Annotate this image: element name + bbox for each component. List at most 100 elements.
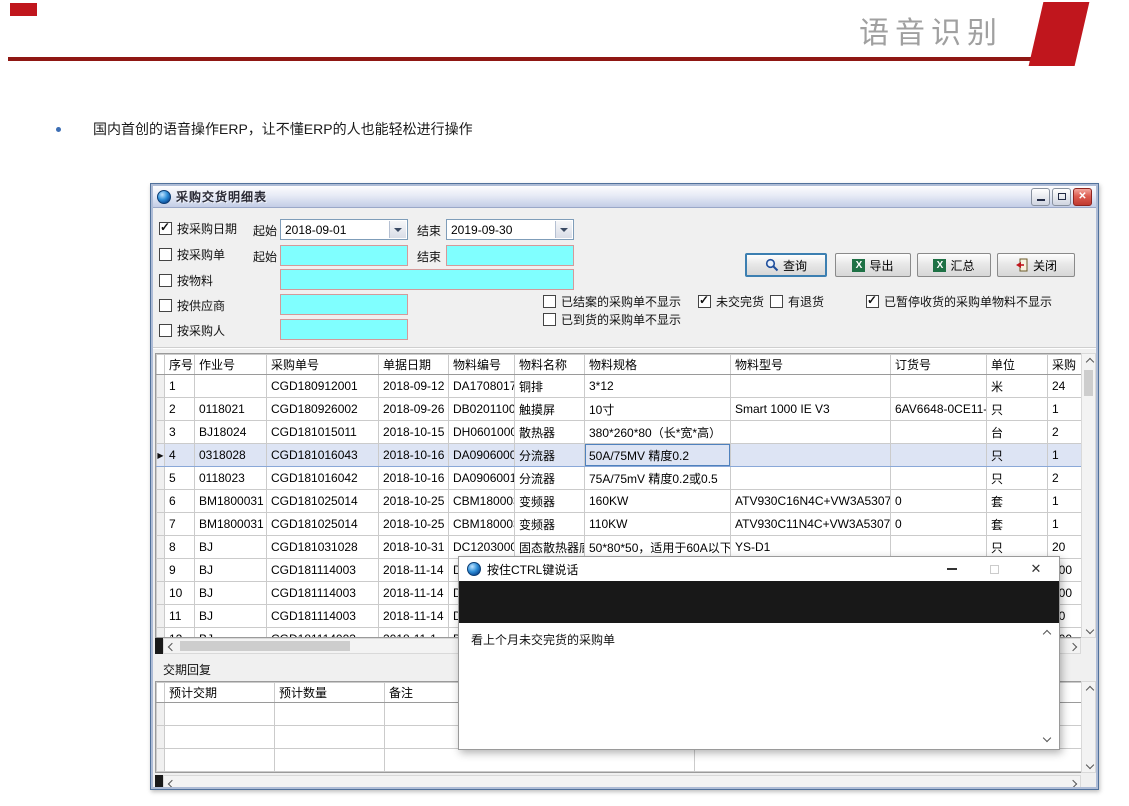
cell[interactable]: 7	[165, 513, 195, 536]
row-selector[interactable]	[157, 605, 165, 628]
table-row[interactable]: 20118021CGD1809260022018-09-26DB0201100触…	[157, 398, 1084, 421]
cell[interactable]: 0	[891, 513, 987, 536]
column-header[interactable]: 预计数量	[275, 683, 385, 703]
arrived-orders-checkbox[interactable]: ✓	[543, 313, 556, 326]
cell[interactable]	[891, 467, 987, 490]
minimize-button[interactable]	[1031, 188, 1050, 206]
table-row[interactable]: ▶40318028CGD1810160432018-10-16DA0906000…	[157, 444, 1084, 467]
cell[interactable]: BJ	[195, 628, 267, 639]
cell[interactable]: 75A/75mV 精度0.2或0.5	[585, 467, 731, 490]
row-selector[interactable]	[157, 513, 165, 536]
cell[interactable]: 1	[165, 375, 195, 398]
cell[interactable]	[275, 749, 385, 772]
start-date-combo[interactable]: 2018-09-01	[280, 219, 408, 240]
purchaser-field[interactable]	[280, 319, 408, 340]
row-selector[interactable]	[157, 467, 165, 490]
table-row[interactable]: 7BM1800031CGD1810250142018-10-25CBM18000…	[157, 513, 1084, 536]
cell[interactable]: ATV930C16N4C+VW3A5307	[731, 490, 891, 513]
cell[interactable]: 0118023	[195, 467, 267, 490]
cell[interactable]: 2018-11-14	[379, 605, 449, 628]
column-header[interactable]: 订货号	[891, 355, 987, 375]
cell[interactable]: 套	[987, 490, 1048, 513]
summary-button[interactable]: X 汇总	[917, 253, 991, 277]
cell[interactable]	[275, 726, 385, 749]
cell[interactable]: CGD181025014	[267, 513, 379, 536]
cell[interactable]: CGD181114003	[267, 582, 379, 605]
cell[interactable]: Smart 1000 IE V3	[731, 398, 891, 421]
cell[interactable]: 10	[165, 582, 195, 605]
row-selector[interactable]	[157, 421, 165, 444]
cell[interactable]: CBM180003	[449, 490, 515, 513]
table-vertical-scrollbar[interactable]	[1081, 353, 1096, 638]
material-field[interactable]	[280, 269, 574, 290]
cell[interactable]: 1	[1048, 490, 1084, 513]
table-row[interactable]: 50118023CGD1810160422018-10-16DA0906001分…	[157, 467, 1084, 490]
cell[interactable]: 1	[1048, 513, 1084, 536]
cell[interactable]: DH0601000	[449, 421, 515, 444]
row-selector[interactable]: ▶	[157, 444, 165, 467]
cell[interactable]: 6	[165, 490, 195, 513]
cell[interactable]	[731, 421, 891, 444]
undelivered-checkbox[interactable]: ✓	[698, 295, 711, 308]
cell[interactable]: 4	[165, 444, 195, 467]
cell[interactable]: CGD181016043	[267, 444, 379, 467]
filter-checkbox-purchase-order[interactable]: ✓	[159, 248, 172, 261]
cell[interactable]: 2018-10-16	[379, 467, 449, 490]
reply-vertical-scrollbar[interactable]	[1081, 681, 1096, 773]
closed-orders-checkbox[interactable]: ✓	[543, 295, 556, 308]
cell[interactable]: DB0201100	[449, 398, 515, 421]
cell[interactable]: BM1800031	[195, 490, 267, 513]
column-header[interactable]: 单位	[987, 355, 1048, 375]
cell[interactable]: 160KW	[585, 490, 731, 513]
column-header[interactable]: 作业号	[195, 355, 267, 375]
cell[interactable]: 380*260*80（长*宽*高）	[585, 421, 731, 444]
cell[interactable]	[731, 467, 891, 490]
cell[interactable]: 5	[165, 467, 195, 490]
cell[interactable]: 只	[987, 398, 1048, 421]
cell[interactable]: 2	[1048, 467, 1084, 490]
cell[interactable]: CGD181114003	[267, 605, 379, 628]
cell[interactable]: 12	[165, 628, 195, 639]
cell[interactable]: 110KW	[585, 513, 731, 536]
cell[interactable]: 只	[987, 444, 1048, 467]
table-row[interactable]: 6BM1800031CGD1810250142018-10-25CBM18000…	[157, 490, 1084, 513]
filter-checkbox-purchase-date[interactable]: ✓	[159, 222, 172, 235]
cell[interactable]: DA0906000	[449, 444, 515, 467]
cell[interactable]: ATV930C11N4C+VW3A5307	[731, 513, 891, 536]
cell[interactable]	[195, 375, 267, 398]
cell[interactable]: 2018-10-15	[379, 421, 449, 444]
table-row[interactable]: 1CGD1809120012018-09-12DA17080175铜排3*12米…	[157, 375, 1084, 398]
cell[interactable]: CGD181025014	[267, 490, 379, 513]
row-selector[interactable]	[157, 375, 165, 398]
cell[interactable]: 变频器	[515, 490, 585, 513]
chevron-down-icon[interactable]	[555, 221, 572, 238]
cell[interactable]: BJ18024	[195, 421, 267, 444]
scroll-right-icon[interactable]	[1068, 642, 1076, 650]
row-selector[interactable]	[157, 559, 165, 582]
filter-checkbox-supplier[interactable]: ✓	[159, 299, 172, 312]
cell[interactable]: 2018-10-31	[379, 536, 449, 559]
cell[interactable]: CGD180912001	[267, 375, 379, 398]
cell[interactable]: CGD181031028	[267, 536, 379, 559]
column-header[interactable]: 采购单号	[267, 355, 379, 375]
close-form-button[interactable]: 关闭	[997, 253, 1075, 277]
column-header[interactable]: 物料型号	[731, 355, 891, 375]
cell[interactable]: DA0906001	[449, 467, 515, 490]
cell[interactable]: 铜排	[515, 375, 585, 398]
cell[interactable]: 0118021	[195, 398, 267, 421]
cell[interactable]	[695, 749, 1084, 772]
cell[interactable]	[731, 375, 891, 398]
cell[interactable]: 2018-10-16	[379, 444, 449, 467]
column-header[interactable]: 单据日期	[379, 355, 449, 375]
cell[interactable]: 2018-10-25	[379, 513, 449, 536]
reply-horizontal-scrollbar[interactable]	[163, 775, 1081, 787]
cell[interactable]: 0318028	[195, 444, 267, 467]
cell[interactable]: 50A/75MV 精度0.2	[585, 444, 731, 467]
end-date-combo[interactable]: 2019-09-30	[446, 219, 574, 240]
filter-checkbox-purchaser[interactable]: ✓	[159, 324, 172, 337]
returns-checkbox[interactable]: ✓	[770, 295, 783, 308]
chevron-down-icon[interactable]	[389, 221, 406, 238]
cell[interactable]: 2018-09-26	[379, 398, 449, 421]
cell[interactable]: 2018-10-25	[379, 490, 449, 513]
cell[interactable]: 只	[987, 467, 1048, 490]
